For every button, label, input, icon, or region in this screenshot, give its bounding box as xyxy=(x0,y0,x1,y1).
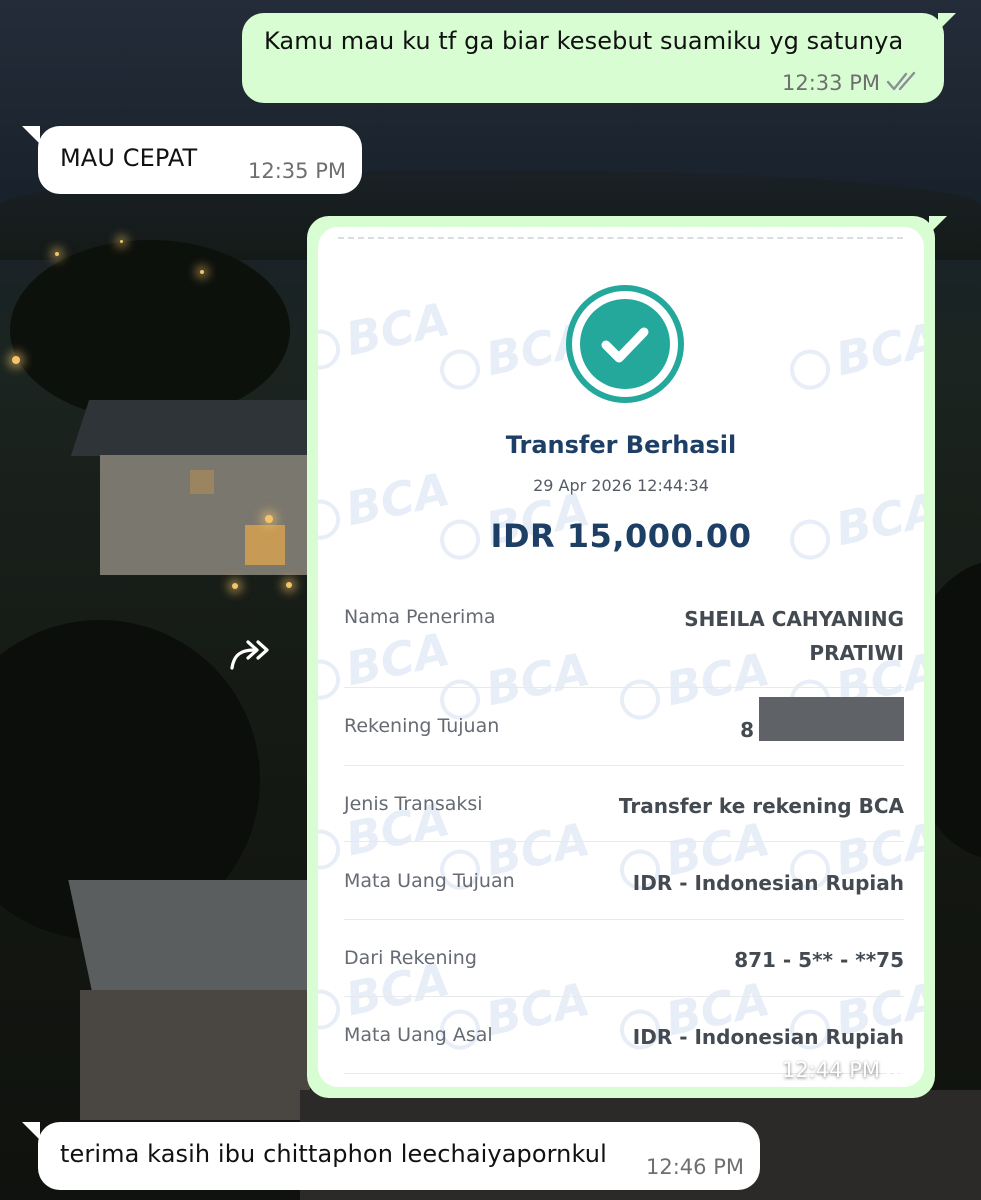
redaction-block xyxy=(759,697,904,741)
row-label: Mata Uang Asal xyxy=(344,1024,493,1046)
message-text: Kamu mau ku tf ga biar kesebut suamiku y… xyxy=(264,27,904,55)
row-value: IDR - Indonesian Rupiah xyxy=(632,871,904,895)
transfer-receipt-image[interactable]: BCA BCA BCA BCA BCA BCA BCA BCA BCA BCA … xyxy=(318,227,924,1087)
bca-watermark: BCA xyxy=(434,642,594,727)
wallpaper-light xyxy=(286,582,292,588)
message-time: 12:33 PM xyxy=(782,71,880,95)
watermark-text: BCA xyxy=(481,971,595,1047)
bubble-tail xyxy=(22,1122,40,1140)
bca-watermark: BCA xyxy=(318,292,454,377)
wallpaper-window xyxy=(190,470,214,494)
row-label: Nama Penerima xyxy=(344,606,496,628)
wallpaper-light xyxy=(232,583,238,589)
row-value: SHEILA CAHYANING xyxy=(684,607,904,631)
message-time: 12:35 PM xyxy=(248,159,346,183)
message-time: 12:44 PM xyxy=(782,1058,880,1082)
row-value: 871 - 5** - **75 xyxy=(734,948,904,972)
message-text: terima kasih ibu chittaphon leechaiyapor… xyxy=(60,1140,607,1168)
wallpaper-roof xyxy=(68,880,342,990)
message-bubble-incoming[interactable]: terima kasih ibu chittaphon leechaiyapor… xyxy=(38,1122,760,1190)
row-value: PRATIWI xyxy=(809,641,904,665)
row-label: Jenis Transaksi xyxy=(344,793,483,815)
wallpaper-light xyxy=(265,515,273,523)
row-value: IDR - Indonesian Rupiah xyxy=(632,1025,904,1049)
row-label: Mata Uang Tujuan xyxy=(344,870,515,892)
wallpaper-light xyxy=(55,252,59,256)
message-text: MAU CEPAT xyxy=(60,144,198,172)
row-label: Dari Rekening xyxy=(344,947,477,969)
row-divider xyxy=(344,919,904,920)
wallpaper-building xyxy=(80,990,310,1120)
row-divider xyxy=(344,996,904,997)
receipt-amount: IDR 15,000.00 xyxy=(490,517,752,555)
bca-watermark: BCA xyxy=(318,622,454,707)
watermark-text: BCA xyxy=(481,641,595,717)
bubble-tail xyxy=(22,126,40,144)
wallpaper-roof xyxy=(70,400,330,456)
row-value: Transfer ke rekening BCA xyxy=(618,794,904,818)
watermark-text: BCA xyxy=(831,311,924,387)
check-circle-icon xyxy=(566,285,684,403)
receipt-tear-line xyxy=(338,237,903,239)
wallpaper-light xyxy=(120,240,123,243)
receipt-title: Transfer Berhasil xyxy=(505,431,737,459)
wallpaper-tree xyxy=(10,240,290,420)
read-ticks-icon xyxy=(886,71,916,91)
watermark-text: BCA xyxy=(661,641,775,717)
wallpaper-light xyxy=(200,270,204,274)
message-bubble-incoming[interactable]: MAU CEPAT 12:35 PM xyxy=(38,126,362,194)
message-bubble-outgoing[interactable]: Kamu mau ku tf ga biar kesebut suamiku y… xyxy=(242,13,944,103)
row-divider xyxy=(344,765,904,766)
row-divider xyxy=(344,841,904,842)
row-label: Rekening Tujuan xyxy=(344,715,500,737)
bubble-tail xyxy=(938,13,956,31)
row-value: 8 xyxy=(740,718,754,742)
receipt-datetime: 29 Apr 2026 12:44:34 xyxy=(533,476,709,495)
read-ticks-icon xyxy=(884,1060,914,1080)
wallpaper-light xyxy=(12,356,20,364)
row-divider xyxy=(344,687,904,688)
forward-icon[interactable] xyxy=(228,638,276,674)
bca-watermark: BCA xyxy=(784,312,924,397)
wallpaper-window xyxy=(245,525,285,565)
bubble-tail xyxy=(929,216,947,234)
message-time: 12:46 PM xyxy=(646,1155,744,1179)
